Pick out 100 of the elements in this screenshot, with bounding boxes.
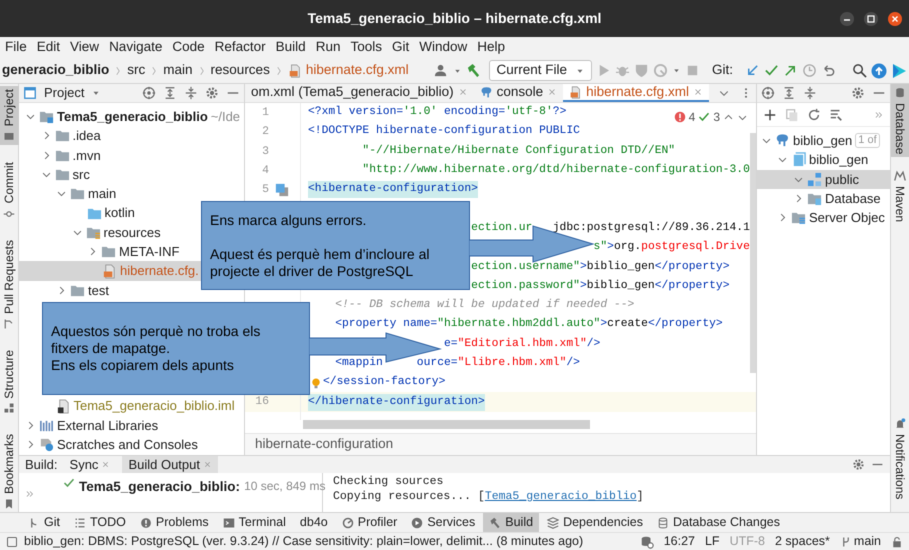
tool-window-button[interactable]: Dependencies: [541, 512, 649, 532]
status-item[interactable]: main: [854, 532, 881, 550]
build-result[interactable]: Tema5_generacio_biblio:: [79, 477, 240, 498]
scrollbar[interactable]: [750, 133, 756, 373]
tool-window-button[interactable]: Database Changes: [650, 512, 786, 532]
tool-window-button[interactable]: Services: [405, 512, 482, 532]
tool-window-tab[interactable]: Commit: [0, 159, 18, 223]
run-configuration-dropdown[interactable]: Current File: [489, 60, 592, 81]
settings-icon[interactable]: [851, 86, 865, 100]
breadcrumb-item[interactable]: generacio_biblio: [2, 60, 110, 81]
error-count[interactable]: 4: [688, 108, 696, 126]
minimize-icon[interactable]: [839, 11, 855, 27]
maximize-icon[interactable]: [863, 11, 879, 27]
menu-item[interactable]: File: [0, 37, 32, 58]
tree-item[interactable]: External Libraries: [25, 416, 158, 436]
menu-item[interactable]: Navigate: [104, 37, 168, 58]
search-icon[interactable]: [852, 63, 867, 78]
arrow-down-left-icon[interactable]: [745, 63, 760, 78]
expand-all-icon[interactable]: [163, 86, 177, 100]
tool-window-button[interactable]: TODO: [68, 512, 132, 532]
collapse-all-icon[interactable]: [803, 86, 817, 100]
close-tab-icon[interactable]: [692, 87, 703, 97]
menu-item[interactable]: Build: [270, 37, 311, 58]
menu-item[interactable]: Edit: [32, 37, 66, 58]
menu-item[interactable]: Code: [167, 37, 210, 58]
arrow-up-right-icon[interactable]: [783, 63, 798, 78]
tree-item[interactable]: Tema5_generacio_biblio.iml: [40, 396, 235, 416]
tree-item[interactable]: Database: [793, 188, 881, 208]
tree-item[interactable]: Scratches and Consoles: [25, 435, 198, 454]
status-item[interactable]: 2 spaces*: [775, 532, 830, 550]
tree-item[interactable]: META-INF: [87, 242, 180, 262]
menu-item[interactable]: Refactor: [210, 37, 271, 58]
tool-window-tab[interactable]: Database: [890, 84, 909, 158]
editor-tab[interactable]: om.xml (Tema5_generacio_biblio): [245, 84, 474, 102]
tool-window-tab[interactable]: Pull Requests: [0, 236, 18, 333]
close-tab-icon[interactable]: [101, 460, 110, 469]
breadcrumb-item[interactable]: hibernate.cfg.xml: [306, 60, 409, 81]
breadcrumb-item[interactable]: src: [127, 60, 146, 81]
tree-item[interactable]: biblio_gen: [777, 150, 868, 170]
tool-window-button[interactable]: Git: [22, 512, 66, 532]
menu-item[interactable]: Run: [310, 37, 346, 58]
close-icon[interactable]: [887, 11, 903, 27]
tree-item[interactable]: test: [56, 280, 109, 300]
check-icon[interactable]: [764, 63, 779, 78]
tree-item[interactable]: .idea: [40, 126, 101, 146]
tree-item[interactable]: Tema5_generacio_biblio ~/Ide: [25, 107, 240, 126]
panel-tab[interactable]: Sync: [64, 456, 116, 473]
tree-item[interactable]: src: [40, 164, 90, 184]
tool-window-button[interactable]: Problems: [134, 512, 215, 532]
tool-window-button[interactable]: Terminal: [216, 512, 292, 532]
status-item[interactable]: 16:27: [664, 532, 695, 550]
close-tab-icon[interactable]: [458, 87, 468, 97]
settings-icon[interactable]: [205, 86, 219, 100]
close-tab-icon[interactable]: [547, 87, 558, 97]
tool-window-tab[interactable]: Maven: [890, 167, 909, 226]
tree-item[interactable]: kotlin: [72, 203, 135, 223]
plus-icon[interactable]: [763, 108, 777, 122]
tool-window-tab[interactable]: Notifications: [890, 414, 909, 502]
server-icon: [791, 210, 806, 226]
tree-item[interactable]: biblio_gen 1 of: [761, 131, 880, 150]
tree-item[interactable]: resources: [72, 222, 161, 242]
square-icon[interactable]: [6, 536, 18, 548]
tree-item[interactable]: .mvn: [40, 146, 101, 165]
console-link[interactable]: Tema5_generacio_biblio: [484, 490, 637, 503]
breadcrumb-item[interactable]: main: [163, 60, 193, 81]
more-icon[interactable]: [874, 110, 884, 120]
tool-window-button[interactable]: Build: [483, 512, 540, 532]
lock-icon[interactable]: [891, 536, 903, 548]
menu-item[interactable]: View: [65, 37, 104, 58]
locate-icon[interactable]: [761, 86, 775, 100]
locate-icon[interactable]: [142, 86, 156, 100]
panel-tab[interactable]: Build Output: [122, 456, 218, 473]
menu-item[interactable]: Git: [386, 37, 414, 58]
tool-window-button[interactable]: Profiler: [336, 512, 404, 532]
editor-tab[interactable]: console: [474, 84, 564, 102]
db-sync-icon[interactable]: [640, 534, 654, 548]
scrollbar[interactable]: [303, 420, 590, 429]
status-item[interactable]: LF: [704, 532, 720, 550]
collapse-all-icon[interactable]: [184, 86, 198, 100]
hammer-icon[interactable]: [466, 63, 482, 78]
settings-icon[interactable]: [852, 458, 865, 471]
expand-all-icon[interactable]: [782, 86, 796, 100]
refresh-icon[interactable]: [807, 108, 821, 122]
tree-item[interactable]: Server Objec: [777, 208, 885, 228]
tool-window-tab[interactable]: Structure: [0, 346, 18, 418]
editor-tab[interactable]: hibernate.cfg.xml: [563, 84, 709, 102]
properties-icon[interactable]: [829, 108, 843, 122]
panel-title[interactable]: Project: [44, 84, 84, 103]
tool-window-tab[interactable]: Project: [0, 86, 18, 146]
menu-item[interactable]: Window: [414, 37, 472, 58]
tool-window-tab[interactable]: Bookmarks: [0, 431, 18, 514]
breadcrumb-item[interactable]: resources: [210, 60, 270, 81]
toolbox-icon[interactable]: [891, 62, 907, 78]
tree-item[interactable]: main: [56, 184, 116, 204]
menu-item[interactable]: Tools: [345, 37, 387, 58]
menu-item[interactable]: Help: [472, 37, 510, 58]
warning-count[interactable]: 3: [713, 108, 720, 126]
update-icon[interactable]: [871, 62, 887, 78]
tool-window-button[interactable]: db4o: [294, 512, 334, 532]
more-icon[interactable]: [25, 489, 35, 499]
